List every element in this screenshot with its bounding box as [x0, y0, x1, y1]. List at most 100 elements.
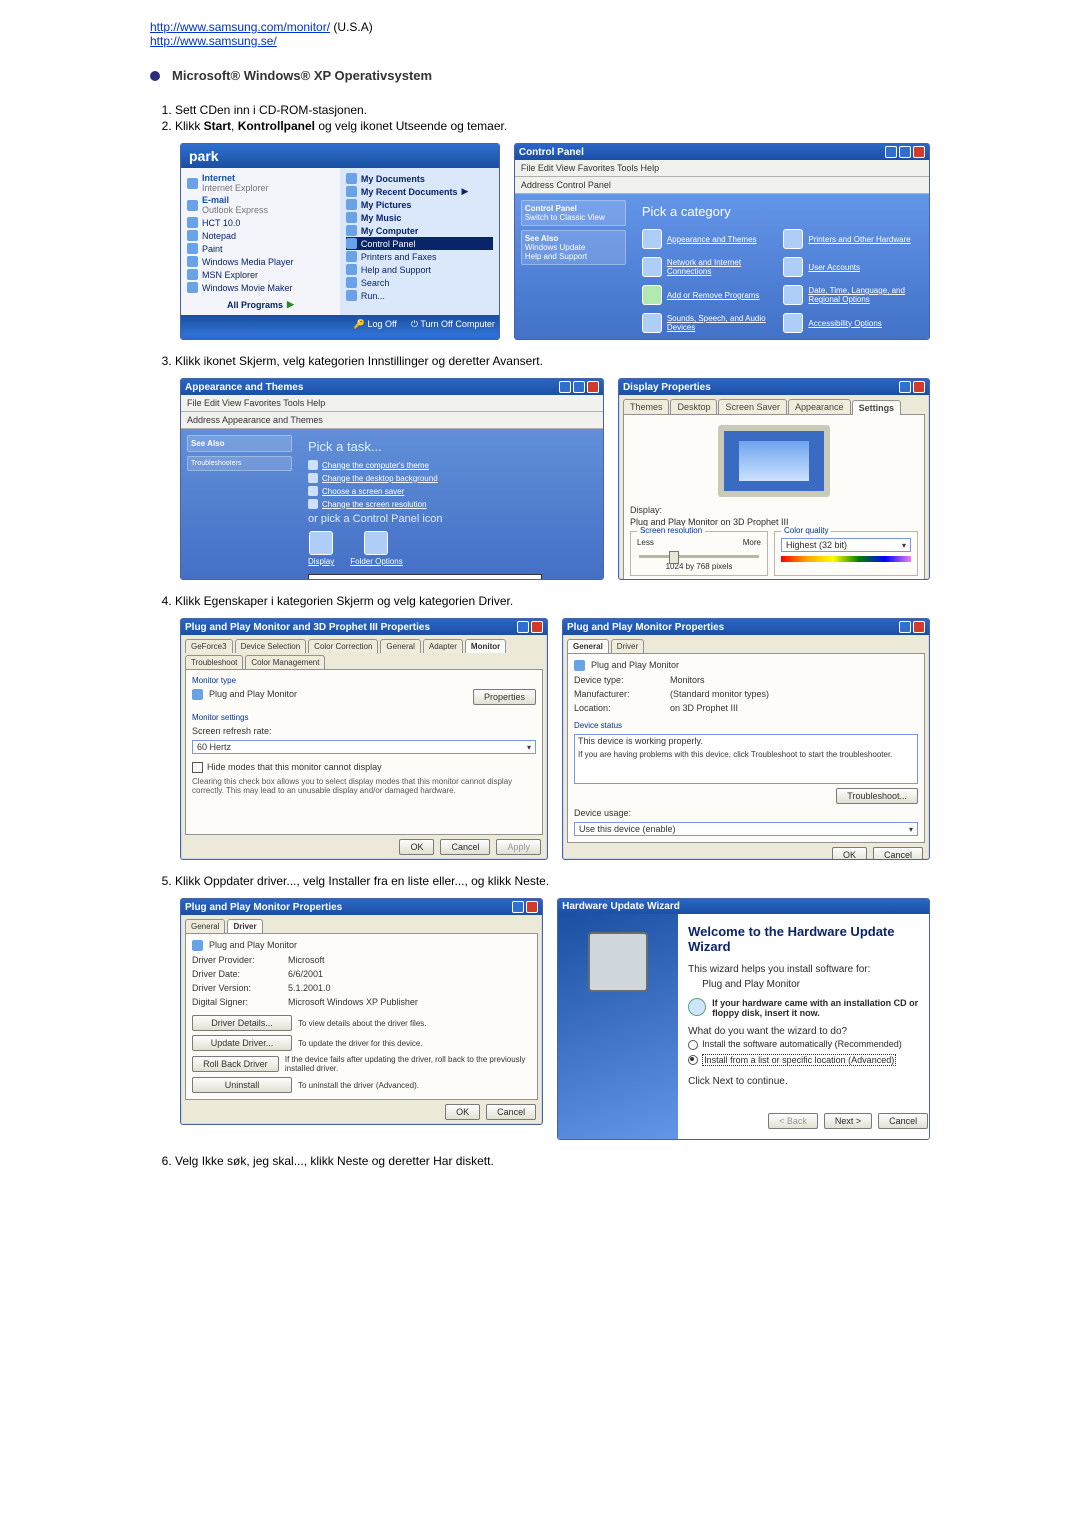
ok-button[interactable]: OK — [832, 847, 867, 860]
sm-search[interactable]: Search — [346, 276, 493, 289]
apply-button[interactable]: Apply — [496, 839, 541, 855]
sm-recent[interactable]: My Recent Documents ▶ — [346, 185, 493, 198]
close-icon[interactable] — [526, 901, 538, 913]
properties-button[interactable]: Properties — [473, 689, 536, 705]
menu-bar[interactable]: File Edit View Favorites Tools Help — [515, 160, 929, 177]
link-us[interactable]: http://www.samsung.com/monitor/ — [150, 20, 330, 34]
cat-users[interactable]: User Accounts — [783, 257, 919, 277]
tab-color-correction[interactable]: Color Correction — [308, 639, 378, 653]
refresh-rate-dropdown[interactable]: 60 Hertz▾ — [192, 740, 536, 754]
sm-hct[interactable]: HCT 10.0 — [187, 216, 334, 229]
cancel-button[interactable]: Cancel — [878, 1113, 928, 1129]
turn-off-button[interactable]: ⏻ Turn Off Computer — [411, 319, 495, 330]
task-choose-saver[interactable]: Choose a screen saver — [308, 486, 593, 496]
cat-access[interactable]: Accessibility Options — [783, 313, 919, 333]
tab-adapter[interactable]: Adapter — [423, 639, 463, 653]
address-bar[interactable]: Address Control Panel — [515, 177, 929, 194]
address-bar[interactable]: Address Appearance and Themes — [181, 412, 603, 429]
switch-view-link[interactable]: Switch to Classic View — [525, 213, 605, 222]
sm-notepad[interactable]: Notepad — [187, 229, 334, 242]
maximize-icon[interactable] — [573, 381, 585, 393]
cat-datetime[interactable]: Date, Time, Language, and Regional Optio… — [783, 285, 919, 305]
hide-modes-checkbox[interactable] — [192, 762, 203, 773]
tab-driver[interactable]: Driver — [611, 639, 644, 653]
cat-printers[interactable]: Printers and Other Hardware — [783, 229, 919, 249]
tab-color-mgmt[interactable]: Color Management — [245, 655, 325, 669]
sm-printers[interactable]: Printers and Faxes — [346, 250, 493, 263]
log-off-button[interactable]: 🔑 Log Off — [354, 319, 397, 330]
close-icon[interactable] — [531, 621, 543, 633]
sm-email[interactable]: E-mail Outlook Express — [187, 194, 334, 216]
menu-bar[interactable]: File Edit View Favorites Tools Help — [181, 395, 603, 412]
tab-screensaver[interactable]: Screen Saver — [718, 399, 787, 414]
tab-monitor[interactable]: Monitor — [465, 639, 506, 653]
tab-general[interactable]: General — [185, 919, 225, 933]
tab-general[interactable]: General — [567, 639, 609, 653]
tab-driver[interactable]: Driver — [227, 919, 262, 933]
cat-appearance[interactable]: Appearance and Themes — [642, 229, 778, 249]
uninstall-button[interactable]: Uninstall — [192, 1077, 292, 1093]
minimize-icon[interactable] — [885, 146, 897, 158]
help-icon[interactable] — [899, 621, 911, 633]
color-quality-dropdown[interactable]: Highest (32 bit)▾ — [781, 538, 911, 552]
cancel-button[interactable]: Cancel — [873, 847, 923, 860]
sm-wmm[interactable]: Windows Movie Maker — [187, 281, 334, 294]
sm-internet[interactable]: Internet Internet Explorer — [187, 172, 334, 194]
sm-help[interactable]: Help and Support — [346, 263, 493, 276]
cancel-button[interactable]: Cancel — [486, 1104, 536, 1120]
help-icon[interactable] — [517, 621, 529, 633]
maximize-icon[interactable] — [899, 146, 911, 158]
ok-button[interactable]: OK — [399, 839, 434, 855]
tab-geforce3[interactable]: GeForce3 — [185, 639, 233, 653]
next-button[interactable]: Next > — [824, 1113, 872, 1129]
minimize-icon[interactable] — [559, 381, 571, 393]
task-change-resolution[interactable]: Change the screen resolution — [308, 499, 593, 509]
link-se[interactable]: http://www.samsung.se/ — [150, 34, 277, 48]
resolution-slider[interactable] — [639, 555, 759, 558]
update-driver-button[interactable]: Update Driver... — [192, 1035, 292, 1051]
icon-folder-options[interactable]: Folder Options — [350, 531, 402, 566]
tab-general[interactable]: General — [380, 639, 420, 653]
cat-addremove[interactable]: Add or Remove Programs — [642, 285, 778, 305]
icon-display[interactable]: Display — [308, 531, 334, 566]
sm-pictures[interactable]: My Pictures — [346, 198, 493, 211]
cat-network[interactable]: Network and Internet Connections — [642, 257, 778, 277]
tab-troubleshoot[interactable]: Troubleshoot — [185, 655, 243, 669]
tab-settings[interactable]: Settings — [852, 400, 902, 415]
task-change-theme[interactable]: Change the computer's theme — [308, 460, 593, 470]
sm-music[interactable]: My Music — [346, 211, 493, 224]
tab-desktop[interactable]: Desktop — [670, 399, 717, 414]
driver-details-button[interactable]: Driver Details... — [192, 1015, 292, 1031]
help-icon[interactable] — [512, 901, 524, 913]
tab-device-selection[interactable]: Device Selection — [235, 639, 307, 653]
task-change-background[interactable]: Change the desktop background — [308, 473, 593, 483]
tab-themes[interactable]: Themes — [623, 399, 670, 414]
close-icon[interactable] — [913, 621, 925, 633]
troubleshoot-button[interactable]: Troubleshoot... — [836, 788, 918, 804]
sm-msn[interactable]: MSN Explorer — [187, 268, 334, 281]
close-icon[interactable] — [913, 146, 925, 158]
sm-control-panel[interactable]: Control Panel — [346, 237, 493, 250]
cat-sounds[interactable]: Sounds, Speech, and Audio Devices — [642, 313, 778, 333]
start-button[interactable]: start — [187, 337, 213, 340]
device-usage-dropdown[interactable]: Use this device (enable)▾ — [574, 822, 918, 836]
windows-update-link[interactable]: Windows Update — [525, 243, 585, 252]
sm-wmp[interactable]: Windows Media Player — [187, 255, 334, 268]
sm-paint[interactable]: Paint — [187, 242, 334, 255]
tab-appearance[interactable]: Appearance — [788, 399, 851, 414]
sm-all-programs[interactable]: All Programs▶ — [187, 298, 334, 311]
wizard-opt-auto[interactable]: Install the software automatically (Reco… — [688, 1039, 928, 1050]
ok-button[interactable]: OK — [445, 1104, 480, 1120]
controlpanel-icon — [346, 238, 357, 249]
sm-mydocs[interactable]: My Documents — [346, 172, 493, 185]
roll-back-driver-button[interactable]: Roll Back Driver — [192, 1056, 279, 1072]
wizard-opt-list[interactable]: Install from a list or specific location… — [688, 1054, 928, 1066]
help-icon[interactable] — [899, 381, 911, 393]
sm-run[interactable]: Run... — [346, 289, 493, 302]
close-icon[interactable] — [587, 381, 599, 393]
help-link[interactable]: Help and Support — [525, 252, 587, 261]
cancel-button[interactable]: Cancel — [440, 839, 490, 855]
back-button[interactable]: < Back — [768, 1113, 818, 1129]
close-icon[interactable] — [913, 381, 925, 393]
sm-computer[interactable]: My Computer — [346, 224, 493, 237]
